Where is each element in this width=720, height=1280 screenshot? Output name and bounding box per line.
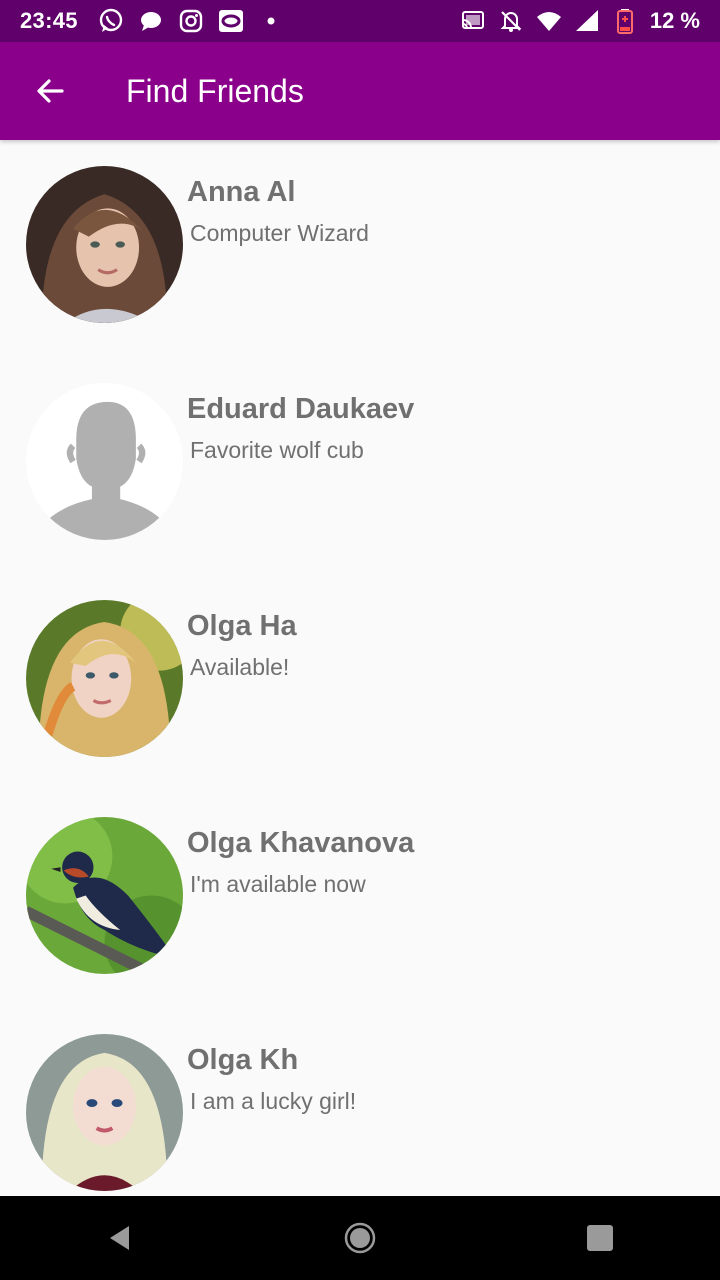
friend-status: I'm available now <box>190 871 366 897</box>
friend-status: Favorite wolf cub <box>190 437 364 463</box>
avatar-photo-woman-brown-hair <box>26 166 183 323</box>
avatar-photo-woman-blonde-sunlit <box>26 600 183 757</box>
friend-list-item[interactable]: Olga Khavanova I'm available now <box>0 791 720 1008</box>
recents-square-icon <box>587 1225 613 1251</box>
friend-status: Available! <box>190 654 290 680</box>
nav-recents-button[interactable] <box>558 1196 642 1280</box>
battery-low-icon <box>612 8 638 34</box>
friend-name: Eduard Daukaev <box>187 393 415 425</box>
friend-name: Anna Al <box>187 176 296 208</box>
friend-status: I am a lucky girl! <box>190 1088 357 1114</box>
chat-bubble-icon <box>138 8 164 34</box>
friend-list-item[interactable]: Olga Ha Available! <box>0 574 720 791</box>
status-bar: 23:45 12 % <box>0 0 720 42</box>
arrow-back-icon <box>37 79 64 103</box>
page-title: Find Friends <box>126 72 304 109</box>
avatar <box>26 166 183 323</box>
app-bar: Find Friends <box>0 42 720 140</box>
back-button[interactable] <box>20 61 80 121</box>
signal-icon <box>574 8 600 34</box>
avatar <box>26 600 183 757</box>
system-status-icons: 12 % <box>460 8 700 34</box>
home-circle-icon <box>344 1222 376 1254</box>
mute-icon <box>498 8 524 34</box>
friend-list-item[interactable]: Eduard Daukaev Favorite wolf cub <box>0 357 720 574</box>
friends-list[interactable]: Anna Al Computer Wizard Eduard Daukaev F… <box>0 140 720 1196</box>
friend-name: Olga Kh <box>187 1044 299 1076</box>
battery-percent: 12 % <box>649 8 700 33</box>
dot-icon <box>258 8 284 34</box>
avatar <box>26 383 183 540</box>
friend-list-item[interactable]: Olga Kh I am a lucky girl! <box>0 1008 720 1196</box>
nav-home-button[interactable] <box>318 1196 402 1280</box>
instagram-icon <box>178 8 204 34</box>
friend-status: Computer Wizard <box>190 220 369 246</box>
avatar-photo-woman-platinum-hair <box>26 1034 183 1191</box>
oval-app-icon <box>218 8 244 34</box>
wifi-icon <box>536 8 562 34</box>
avatar <box>26 1034 183 1191</box>
friend-name: Olga Ha <box>187 610 297 642</box>
friend-list-item[interactable]: Anna Al Computer Wizard <box>0 140 720 357</box>
system-nav-bar <box>0 1196 720 1280</box>
friend-name: Olga Khavanova <box>187 827 415 859</box>
back-triangle-icon <box>110 1226 129 1250</box>
whatsapp-icon <box>98 8 124 34</box>
notification-icons <box>98 8 284 34</box>
nav-back-button[interactable] <box>78 1196 162 1280</box>
avatar-photo-swallow-bird <box>26 817 183 974</box>
avatar <box>26 817 183 974</box>
status-time: 23:45 <box>20 8 78 33</box>
default-profile-silhouette-icon <box>26 383 183 540</box>
cast-icon <box>460 8 486 34</box>
